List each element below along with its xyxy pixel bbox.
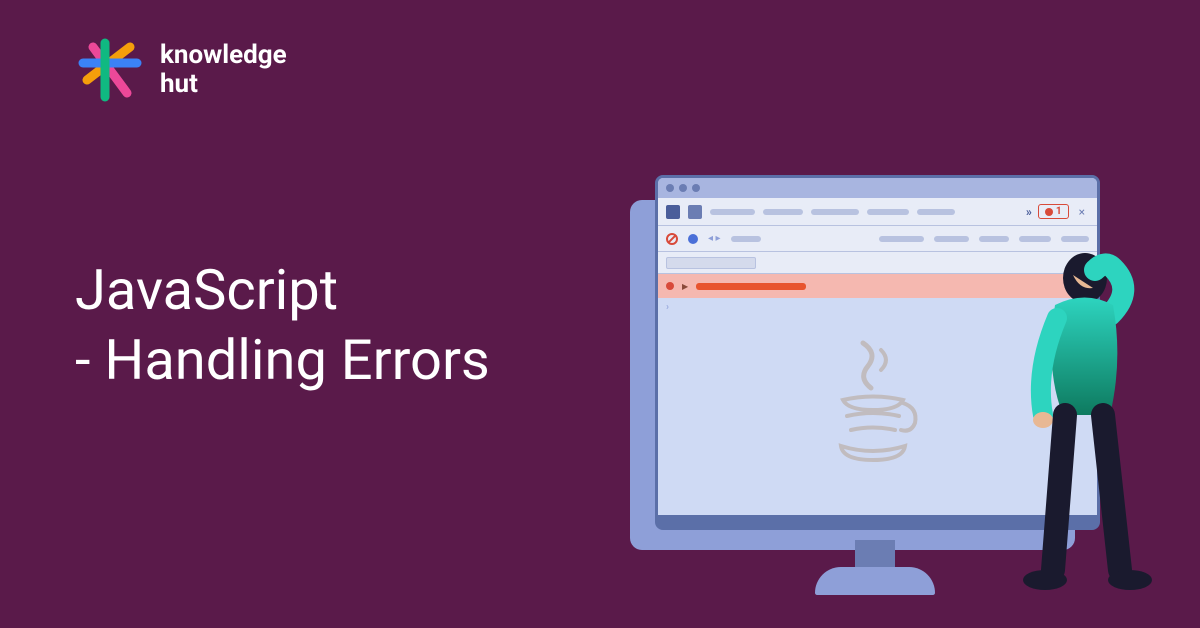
element-picker-icon	[666, 205, 680, 219]
tab-placeholder	[867, 209, 909, 215]
browser-titlebar	[658, 178, 1097, 198]
tab-placeholder	[811, 209, 859, 215]
window-control-icon	[666, 184, 674, 192]
monitor-stand	[815, 540, 935, 595]
tab-placeholder	[710, 209, 755, 215]
logo-mark-icon	[75, 35, 145, 105]
error-indicator-icon	[666, 282, 674, 290]
filter-dot-icon	[688, 234, 698, 244]
tab-placeholder	[917, 209, 955, 215]
title-line-2: - Handling Errors	[75, 325, 490, 395]
expand-arrow-icon: ▶	[682, 282, 688, 291]
stand-base	[815, 567, 935, 595]
close-icon: ×	[1075, 205, 1089, 219]
logo-text: knowledge hut	[160, 41, 287, 98]
page-title: JavaScript - Handling Errors	[75, 255, 490, 395]
stand-neck	[855, 540, 895, 570]
confused-person-illustration	[985, 240, 1165, 600]
clear-console-icon	[666, 233, 678, 245]
window-control-icon	[679, 184, 687, 192]
filter-pill	[731, 236, 761, 242]
title-line-1: JavaScript	[75, 255, 490, 325]
logo-area: knowledge hut	[75, 35, 287, 105]
error-count-badge: 1	[1038, 204, 1069, 219]
error-count-value: 1	[1056, 206, 1062, 217]
filter-pill	[879, 236, 924, 242]
tab-placeholder	[763, 209, 803, 215]
filter-pill	[934, 236, 969, 242]
window-control-icon	[692, 184, 700, 192]
overflow-icon: »	[1026, 205, 1032, 219]
search-input-placeholder	[666, 257, 756, 269]
error-message-line	[696, 283, 806, 290]
error-dot-icon	[1045, 208, 1053, 216]
nav-arrows-icon: ◂ ▸	[708, 233, 721, 244]
illustration: » 1 × ◂ ▸ ▶	[630, 175, 1150, 595]
devtools-toolbar: » 1 ×	[658, 198, 1097, 226]
device-toggle-icon	[688, 205, 702, 219]
toolbar-right: » 1 ×	[1026, 204, 1089, 219]
logo-line-2: hut	[160, 70, 287, 99]
java-logo-icon	[823, 338, 923, 468]
logo-line-1: knowledge	[160, 41, 287, 70]
